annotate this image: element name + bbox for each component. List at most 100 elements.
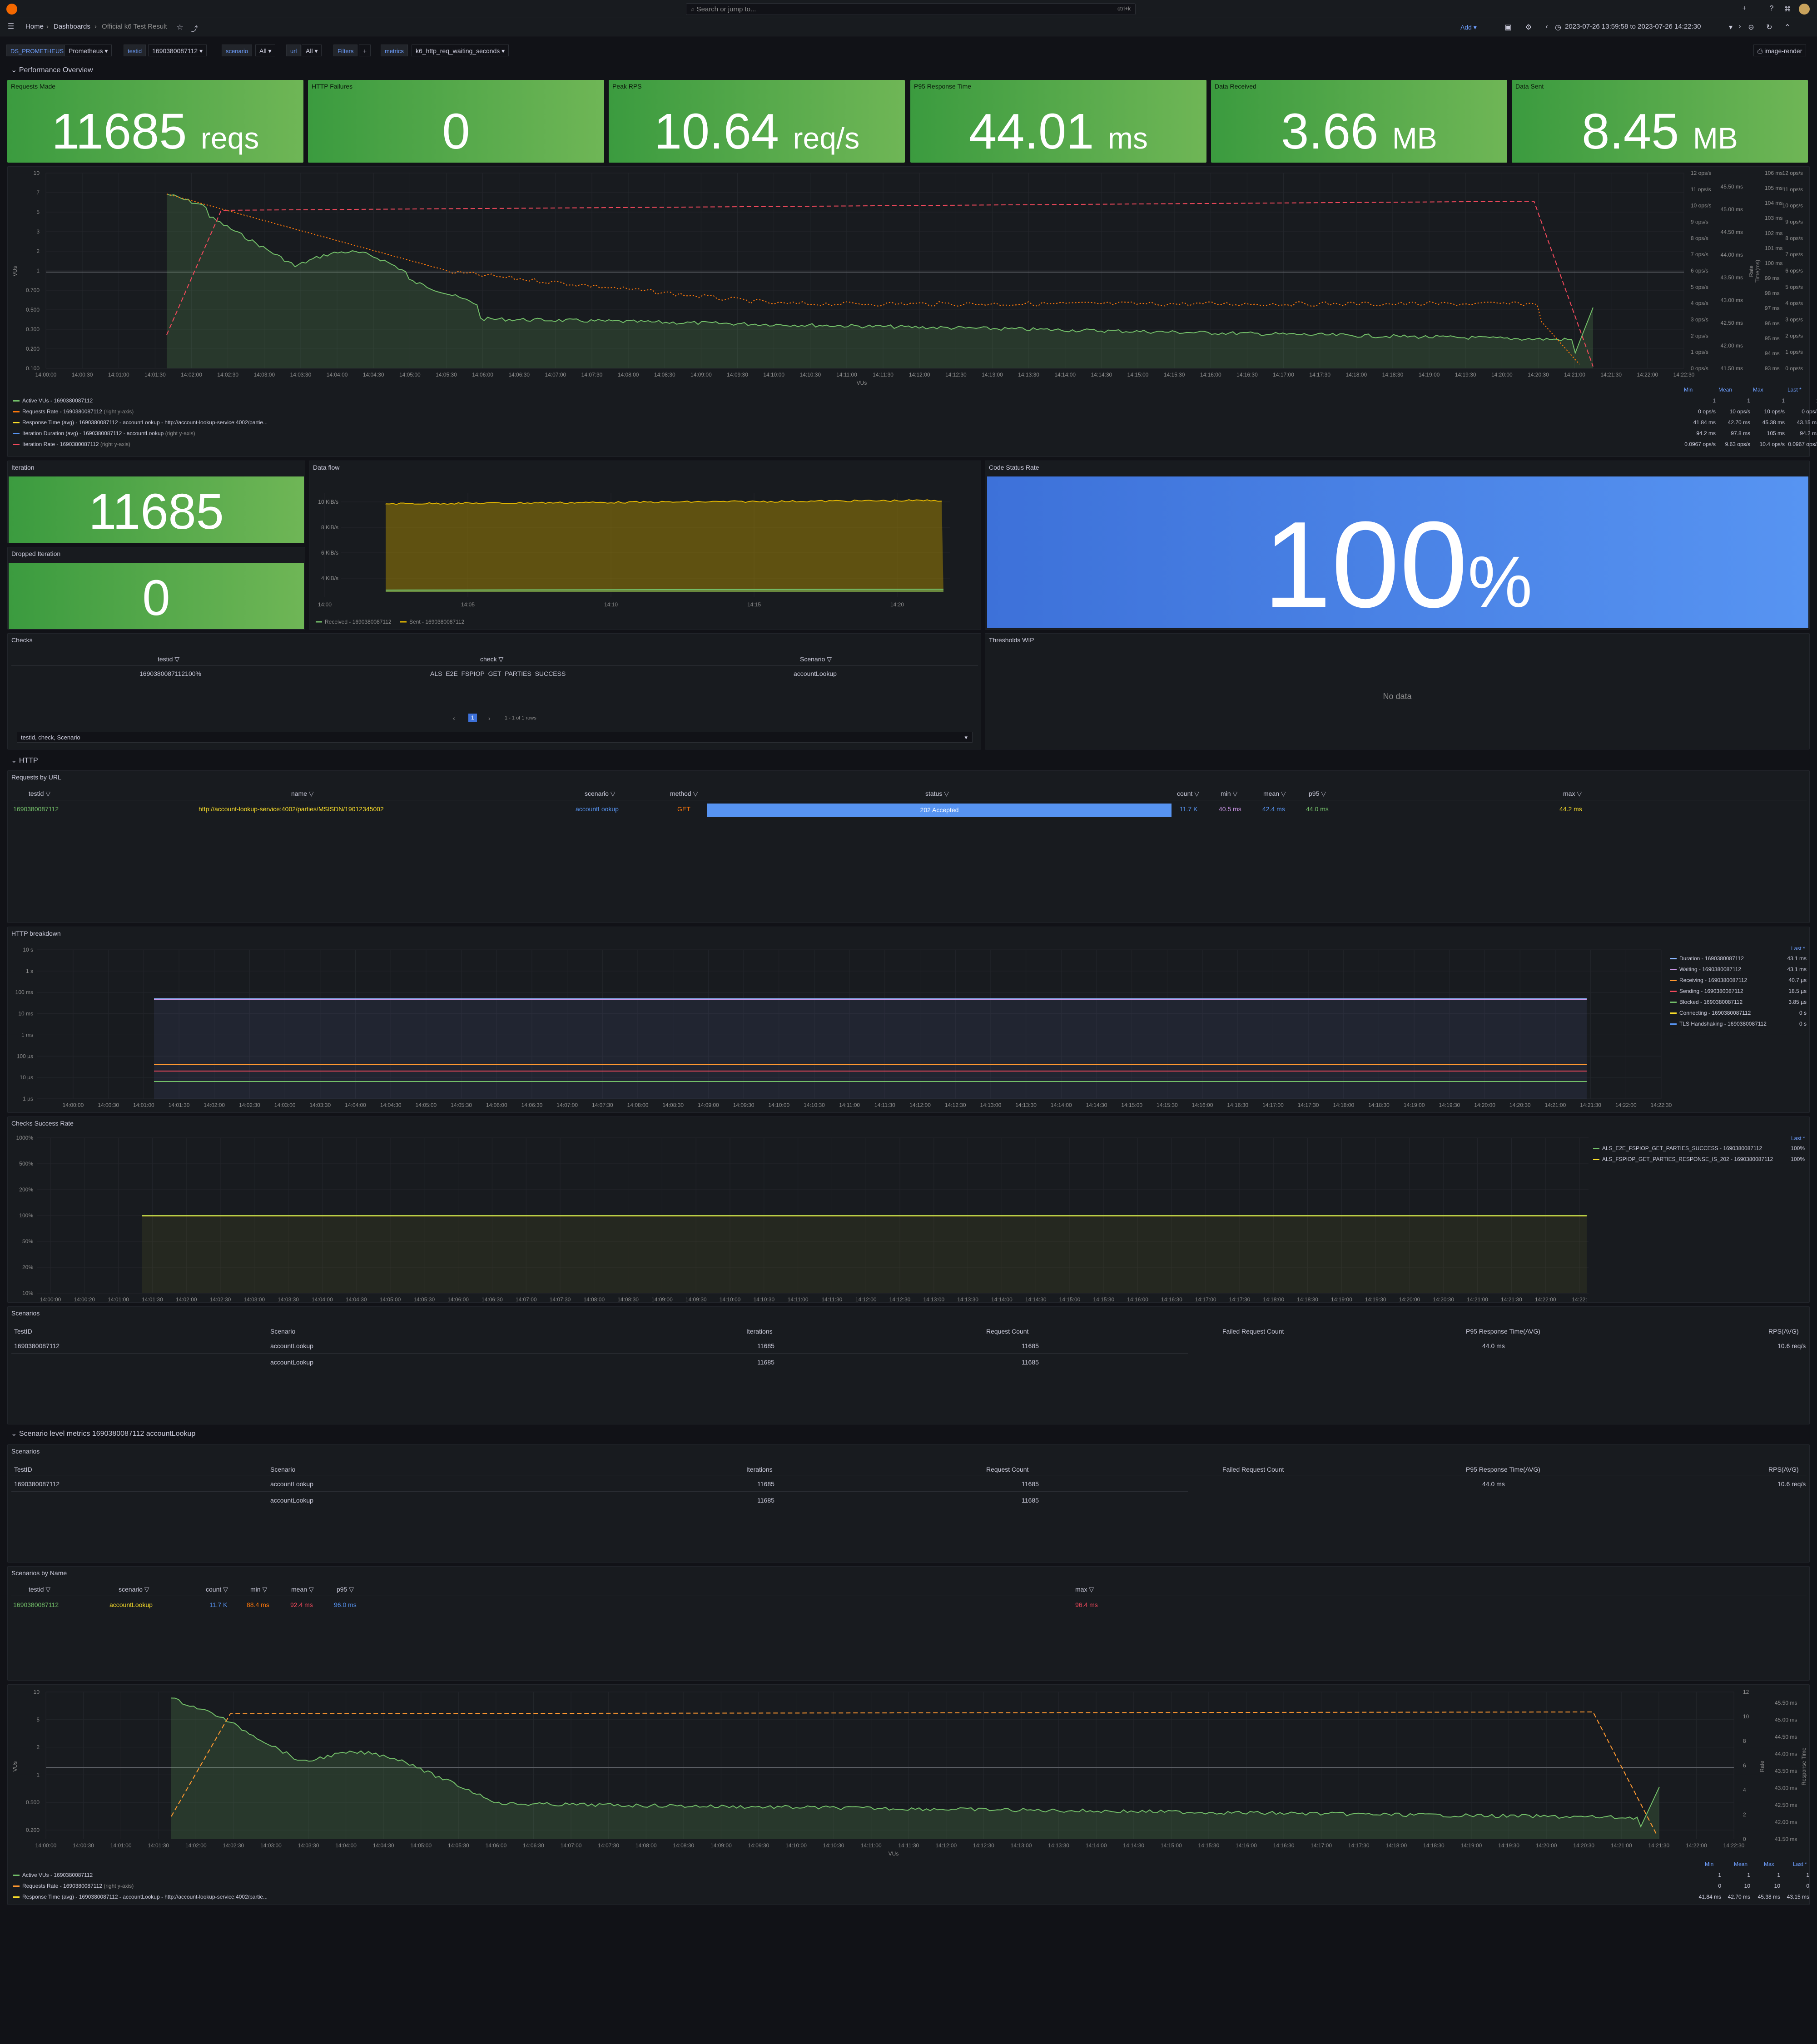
star-icon[interactable]: ☆ [175, 23, 184, 32]
legend-item[interactable]: Sending - 1690380087112 [1670, 988, 1743, 994]
sbn-header-testid[interactable]: testid ▽ [29, 1586, 50, 1593]
legend-item[interactable]: Connecting - 1690380087112 [1670, 1010, 1751, 1016]
chevron-right-icon[interactable]: › [1735, 23, 1744, 32]
legend-item[interactable]: Response Time (avg) - 1690380087112 - ac… [13, 419, 268, 426]
zoom-out-icon[interactable]: ⊖ [1747, 23, 1756, 32]
row-scenario-level-metrics[interactable]: ⌄ Scenario level metrics 1690380087112 a… [11, 1429, 195, 1438]
y-tick-label: 1 ms [21, 1032, 33, 1038]
rbu-header-mean[interactable]: mean ▽ [1263, 790, 1286, 798]
row-http[interactable]: ⌄ HTTP [11, 756, 38, 765]
legend-header[interactable]: Mean [1718, 387, 1732, 393]
legend-header[interactable]: Last * [1791, 1135, 1805, 1141]
sbn-header-min[interactable]: min ▽ [250, 1586, 267, 1593]
sbn-header-p95[interactable]: p95 ▽ [337, 1586, 354, 1593]
chevron-down-icon[interactable]: ▾ [1726, 23, 1735, 32]
sbn-header-mean[interactable]: mean ▽ [291, 1586, 314, 1593]
legend-item[interactable]: Blocked - 1690380087112 [1670, 999, 1743, 1005]
news-icon[interactable]: ⌘ [1783, 5, 1792, 14]
help-icon[interactable]: ? [1767, 5, 1776, 14]
scen-header-scenario[interactable]: Scenario [270, 1328, 295, 1335]
scen2-header-iterations[interactable]: Iterations [746, 1466, 773, 1473]
scen-header-testid[interactable]: TestID [14, 1328, 32, 1335]
breadcrumb-dashboards[interactable]: Dashboards [54, 23, 90, 30]
rbu-header-count[interactable]: count ▽ [1177, 790, 1199, 798]
legend-header[interactable]: Last * [1793, 1861, 1807, 1867]
grafana-logo-icon[interactable] [6, 4, 17, 15]
legend-item[interactable]: Requests Rate - 1690380087112 (right y-a… [13, 1883, 134, 1889]
x-tick-label: 14:10 [604, 601, 618, 608]
add-filter-button[interactable]: + [359, 45, 371, 56]
pagination-next-icon[interactable]: › [488, 714, 491, 722]
sbn-header-count[interactable]: count ▽ [206, 1586, 228, 1593]
scen2-header-request-count[interactable]: Request Count [986, 1466, 1028, 1473]
rbu-header-name[interactable]: name ▽ [291, 790, 314, 798]
legend-item[interactable]: Response Time (avg) - 1690380087112 - ac… [13, 1894, 268, 1900]
legend-item[interactable]: Waiting - 1690380087112 [1670, 966, 1741, 972]
legend-item[interactable]: Active VUs - 1690380087112 [13, 397, 93, 404]
scen-header-p95[interactable]: P95 Response Time(AVG) [1466, 1328, 1540, 1335]
y-right-tick-label: 97 ms [1765, 305, 1780, 312]
legend-item[interactable]: Active VUs - 1690380087112 [13, 1872, 93, 1878]
legend-item[interactable]: ALS_E2E_FSPIOP_GET_PARTIES_SUCCESS - 169… [1593, 1145, 1762, 1151]
save-icon[interactable]: ▣ [1504, 23, 1513, 32]
pagination-page[interactable]: 1 [468, 714, 477, 722]
add-button[interactable]: Add ▾ [1460, 22, 1483, 33]
refresh-icon[interactable]: ↻ [1765, 23, 1774, 32]
legend-header[interactable]: Max [1753, 387, 1763, 393]
var-metrics-select[interactable]: k6_http_req_waiting_seconds ▾ [412, 45, 509, 56]
scen2-header-p95[interactable]: P95 Response Time(AVG) [1466, 1466, 1540, 1473]
scen-header-failed[interactable]: Failed Request Count [1222, 1328, 1284, 1335]
var-testid-select[interactable]: 1690380087112 ▾ [148, 45, 207, 56]
share-icon[interactable]: ⤴ [190, 23, 199, 33]
legend-item[interactable]: Receiving - 1690380087112 [1670, 977, 1747, 983]
rbu-header-method[interactable]: method ▽ [670, 790, 698, 798]
row-performance-overview[interactable]: ⌄ Performance Overview [11, 65, 93, 74]
checks-header-scenario[interactable]: Scenario ▽ [800, 655, 832, 663]
sbn-header-max[interactable]: max ▽ [1075, 1586, 1094, 1593]
y-axis-label: VUs [12, 1761, 18, 1772]
legend-item[interactable]: TLS Handshaking - 1690380087112 [1670, 1021, 1767, 1027]
scen2-header-testid[interactable]: TestID [14, 1466, 32, 1473]
var-ds-select[interactable]: Prometheus ▾ [65, 45, 112, 56]
image-render-button[interactable]: ⎙ image-render [1753, 45, 1807, 56]
rbu-header-scenario[interactable]: scenario ▽ [585, 790, 616, 798]
legend-item[interactable]: Iteration Duration (avg) - 1690380087112… [13, 430, 195, 437]
legend-header[interactable]: Last * [1787, 387, 1802, 393]
user-avatar[interactable] [1799, 4, 1810, 15]
legend-header[interactable]: Mean [1734, 1861, 1747, 1867]
rbu-header-max[interactable]: max ▽ [1563, 790, 1582, 798]
scen-header-iterations[interactable]: Iterations [746, 1328, 773, 1335]
time-range-picker[interactable]: 2023-07-26 13:59:58 to 2023-07-26 14:22:… [1565, 23, 1701, 30]
checks-header-testid[interactable]: testid ▽ [158, 655, 179, 663]
pagination-prev-icon[interactable]: ‹ [453, 714, 455, 722]
legend-header[interactable]: Max [1764, 1861, 1774, 1867]
legend-item[interactable]: Requests Rate - 1690380087112 (right y-a… [13, 408, 134, 415]
var-scenario-select[interactable]: All ▾ [255, 45, 276, 56]
legend-header[interactable]: Last * [1791, 945, 1805, 952]
var-url-select[interactable]: All ▾ [302, 45, 322, 56]
collapse-icon[interactable]: ⌃ [1783, 23, 1792, 32]
legend-item[interactable]: Duration - 1690380087112 [1670, 955, 1744, 962]
checks-footer-select[interactable]: testid, check, Scenario ▾ [17, 732, 973, 743]
settings-icon[interactable]: ⚙ [1524, 23, 1533, 32]
breadcrumb-home[interactable]: Home [25, 23, 44, 30]
search-input[interactable]: ⌕ Search or jump to... ctrl+k [686, 3, 1136, 15]
rbu-header-min[interactable]: min ▽ [1221, 790, 1237, 798]
chevron-left-icon[interactable]: ‹ [1542, 23, 1551, 32]
plus-icon[interactable]: + [1740, 5, 1749, 14]
rbu-header-p95[interactable]: p95 ▽ [1309, 790, 1326, 798]
rbu-header-testid[interactable]: testid ▽ [29, 790, 50, 798]
legend-header[interactable]: Min [1705, 1861, 1713, 1867]
scen2-header-failed[interactable]: Failed Request Count [1222, 1466, 1284, 1473]
scen2-header-rps[interactable]: RPS(AVG) [1768, 1466, 1799, 1473]
menu-icon[interactable]: ☰ [6, 22, 15, 31]
rbu-header-status[interactable]: status ▽ [925, 790, 949, 798]
sbn-header-scenario[interactable]: scenario ▽ [119, 1586, 149, 1593]
scen-header-request-count[interactable]: Request Count [986, 1328, 1028, 1335]
checks-header-check[interactable]: check ▽ [480, 655, 503, 663]
scen2-header-scenario[interactable]: Scenario [270, 1466, 295, 1473]
scen-header-rps[interactable]: RPS(AVG) [1768, 1328, 1799, 1335]
legend-header[interactable]: Min [1684, 387, 1693, 393]
legend-item[interactable]: ALS_FSPIOP_GET_PARTIES_RESPONSE_IS_202 -… [1593, 1156, 1773, 1162]
legend-item[interactable]: Iteration Rate - 1690380087112 (right y-… [13, 441, 130, 447]
